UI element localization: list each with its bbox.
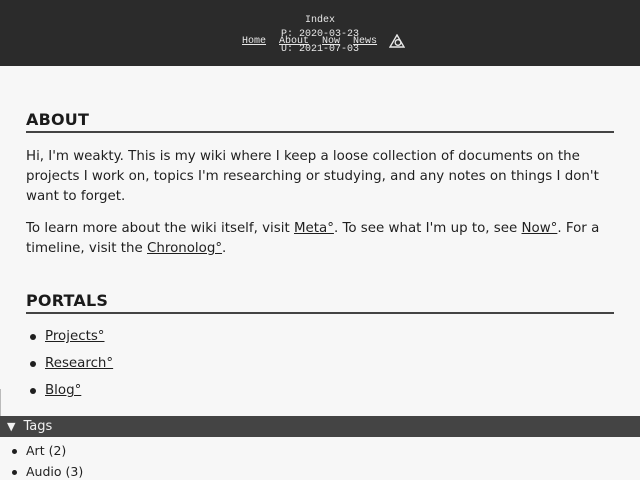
tags-list: Art (2) Audio (3) <box>0 441 83 480</box>
meta-link[interactable]: Meta° <box>294 221 334 236</box>
tags-label: Tags <box>23 419 53 434</box>
updated-date: U: 2021-07-03 <box>280 44 359 55</box>
about-links-paragraph: To learn more about the wiki itself, vis… <box>26 219 614 259</box>
site-header: Index P: 2020-03-23 Home About Now News … <box>0 0 640 66</box>
divider <box>0 389 1 417</box>
now-link[interactable]: Now° <box>522 221 558 236</box>
main-content: ABOUT Hi, I'm weakty. This is my wiki wh… <box>26 66 614 408</box>
triangle-down-icon: ▼ <box>7 420 16 433</box>
list-item: Research° <box>26 354 614 381</box>
about-text: . <box>222 241 227 256</box>
header-title: Index <box>304 15 335 26</box>
about-text: To learn more about the wiki itself, vis… <box>26 221 294 236</box>
chronolog-link[interactable]: Chronolog° <box>147 241 222 256</box>
about-heading: ABOUT <box>26 110 614 133</box>
research-link[interactable]: Research° <box>45 356 113 371</box>
tag-item[interactable]: Audio (3) <box>0 462 83 480</box>
list-item: Projects° <box>26 327 614 354</box>
portals-heading: PORTALS <box>26 291 614 314</box>
portals-list: Projects° Research° Blog° <box>26 327 614 408</box>
tag-item[interactable]: Art (2) <box>0 441 83 462</box>
about-intro-paragraph: Hi, I'm weakty. This is my wiki where I … <box>26 149 599 204</box>
about-text: . To see what I'm up to, see <box>333 221 522 236</box>
projects-link[interactable]: Projects° <box>45 329 105 344</box>
list-item: Blog° <box>26 381 614 408</box>
tags-toggle[interactable]: ▼ Tags <box>0 416 640 437</box>
blog-link[interactable]: Blog° <box>45 383 81 398</box>
